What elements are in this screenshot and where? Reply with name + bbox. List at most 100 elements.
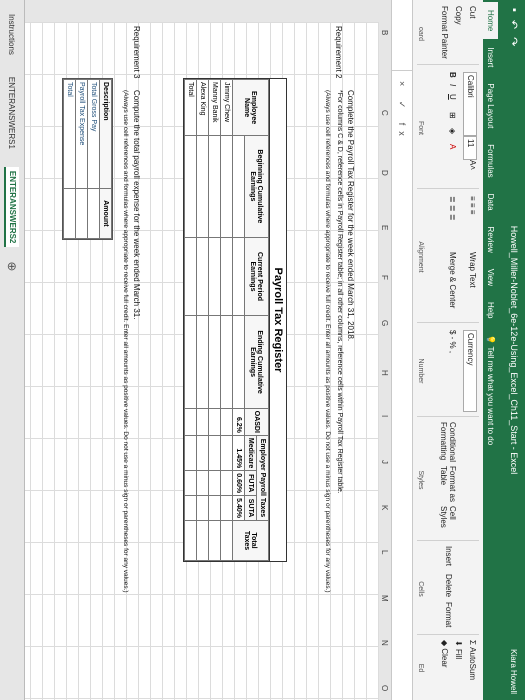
employee-name[interactable]: Jimmy Chew [220, 79, 233, 136]
currency-symbols[interactable]: $ - % , [448, 330, 457, 353]
input-cell[interactable] [208, 408, 221, 436]
font-size-box[interactable]: 11 [463, 136, 477, 160]
input-cell[interactable] [184, 495, 197, 521]
input-cell[interactable] [196, 495, 209, 521]
total-label[interactable]: Total [184, 79, 197, 136]
tab-home[interactable]: Home [483, 2, 498, 40]
suta-rate[interactable]: 5.40% [232, 495, 245, 521]
italic-button[interactable]: I [448, 84, 457, 86]
grow-font-icon[interactable]: A˄ [468, 160, 477, 170]
col-header[interactable]: I [380, 415, 389, 417]
underline-button[interactable]: U [448, 94, 457, 100]
add-sheet-icon[interactable]: ⊕ [5, 261, 19, 271]
sheet-tab-instructions[interactable]: Instructions [6, 10, 19, 59]
tab-review[interactable]: Review [483, 219, 498, 261]
col-header[interactable]: O [380, 685, 389, 691]
tab-page-layout[interactable]: Page Layout [483, 75, 498, 136]
input-cell[interactable] [208, 470, 221, 496]
input-cell[interactable] [196, 435, 209, 471]
input-cell[interactable] [196, 135, 209, 238]
input-cell[interactable] [184, 520, 197, 561]
fill-button[interactable]: ⬇ Fill [454, 640, 463, 659]
user-name[interactable]: Kiara Howell [510, 649, 519, 694]
input-cell[interactable] [220, 315, 233, 409]
col-header[interactable]: G [380, 320, 389, 326]
expense-amount[interactable] [63, 188, 76, 239]
col-header[interactable]: B [380, 30, 389, 35]
wrap-text-button[interactable]: Wrap Text [468, 252, 477, 288]
input-cell[interactable] [196, 315, 209, 409]
col-header[interactable]: C [380, 110, 389, 116]
tab-insert[interactable]: Insert [483, 39, 498, 75]
formula-input[interactable] [392, 152, 412, 700]
delete-cells-button[interactable]: Delete [444, 574, 453, 597]
col-header[interactable]: N [380, 640, 389, 646]
sheet-tab-enteranswers2[interactable]: ENTERANSWERS2 [4, 166, 20, 248]
expense-description[interactable]: Total Gross Pay [87, 79, 100, 189]
worksheet[interactable]: Requirement 2 Complete the Payroll Tax R… [24, 0, 379, 700]
borders-icon[interactable]: ⊞ [448, 112, 457, 119]
col-header[interactable]: H [380, 370, 389, 376]
input-cell[interactable] [184, 435, 197, 471]
format-painter-button[interactable]: Format Painter [440, 6, 449, 59]
input-cell[interactable] [208, 495, 221, 521]
bold-button[interactable]: B [448, 72, 457, 78]
col-header[interactable]: M [380, 595, 389, 602]
input-cell[interactable] [220, 470, 233, 496]
input-cell[interactable] [208, 135, 221, 238]
rate-cell[interactable] [232, 237, 245, 316]
input-cell[interactable] [184, 408, 197, 436]
tab-data[interactable]: Data [483, 186, 498, 219]
futa-rate[interactable]: 0.60% [232, 470, 245, 496]
input-cell[interactable] [208, 315, 221, 409]
input-cell[interactable] [208, 237, 221, 316]
rate-cell[interactable] [232, 315, 245, 409]
font-name-box[interactable]: Calibri [463, 72, 477, 136]
rate-cell[interactable] [232, 135, 245, 238]
cut-button[interactable]: Cut [468, 6, 477, 18]
clear-button[interactable]: ◆ Clear [440, 640, 449, 668]
format-as-table-button[interactable]: Format as Table [439, 466, 457, 504]
input-cell[interactable] [208, 520, 221, 561]
input-cell[interactable] [184, 237, 197, 316]
font-color-icon[interactable]: A [448, 144, 457, 149]
autosum-button[interactable]: Σ AutoSum [468, 640, 477, 680]
expense-amount[interactable] [87, 188, 100, 239]
align-left-icon[interactable]: ≣ ≣ ≣ [448, 196, 457, 221]
expense-description[interactable]: Total [63, 79, 76, 189]
tab-view[interactable]: View [483, 261, 498, 294]
input-cell[interactable] [196, 237, 209, 316]
input-cell[interactable] [220, 408, 233, 436]
input-cell[interactable] [196, 408, 209, 436]
col-header[interactable]: K [380, 505, 389, 510]
medicare-rate[interactable]: 1.45% [232, 435, 245, 471]
insert-cells-button[interactable]: Insert [444, 546, 453, 566]
number-format-box[interactable]: Currency [463, 330, 477, 412]
input-cell[interactable] [184, 470, 197, 496]
col-header[interactable]: L [380, 550, 389, 554]
expense-amount[interactable] [75, 188, 88, 239]
input-cell[interactable] [220, 520, 233, 561]
merge-center-button[interactable]: Merge & Center [448, 252, 457, 308]
name-box[interactable] [392, 0, 412, 71]
employee-name[interactable]: Alexa King [196, 79, 209, 136]
tab-help[interactable]: Help [483, 294, 498, 326]
sheet-tab-enteranswers1[interactable]: ENTERANSWERS1 [6, 73, 19, 153]
input-cell[interactable] [220, 435, 233, 471]
input-cell[interactable] [220, 135, 233, 238]
input-cell[interactable] [220, 495, 233, 521]
input-cell[interactable] [196, 470, 209, 496]
col-header[interactable]: F [380, 275, 389, 280]
input-cell[interactable] [184, 315, 197, 409]
formula-buttons[interactable]: × ✓ fx [397, 71, 408, 152]
col-header[interactable]: J [380, 460, 389, 464]
employee-name[interactable]: Manny Banik [208, 79, 221, 136]
col-header[interactable]: D [380, 170, 389, 176]
format-cells-button[interactable]: Format [444, 602, 453, 627]
input-cell[interactable] [220, 237, 233, 316]
cell-styles-button[interactable]: Cell Styles [439, 506, 457, 536]
tell-me-search[interactable]: 💡 Tell me what you want to do [483, 326, 498, 453]
oasdi-rate[interactable]: 6.2% [232, 408, 245, 436]
input-cell[interactable] [184, 135, 197, 238]
fill-color-icon[interactable]: ◈ [448, 128, 457, 134]
